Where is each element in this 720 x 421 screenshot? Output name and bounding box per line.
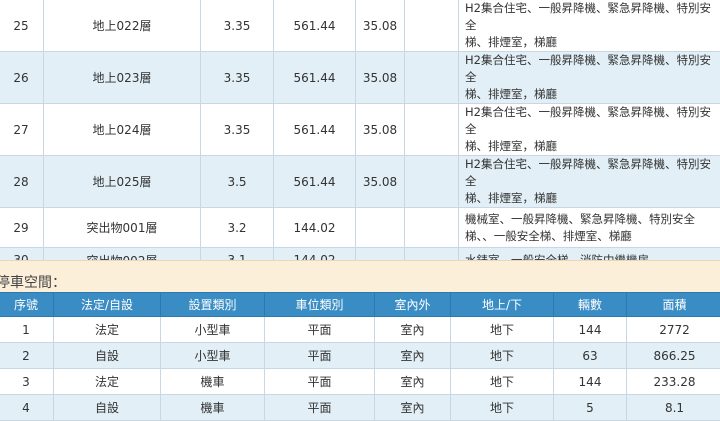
parking-row: 4自設機車平面室內地下58.1 — [0, 395, 720, 421]
parking-area: 2772 — [627, 317, 720, 343]
floor-height: 3.35 — [201, 104, 274, 156]
parking-table: 序號法定/自設設置類別車位類別室內外地上/下輛數面積 1法定小型車平面室內地下1… — [0, 292, 720, 421]
parking-row-number: 2 — [0, 343, 54, 369]
parking-column-header: 法定/自設 — [54, 293, 161, 317]
parking-column-header: 輛數 — [554, 293, 627, 317]
parking-space-type: 平面 — [265, 395, 375, 421]
parking-column-header: 序號 — [0, 293, 54, 317]
parking-area: 8.1 — [627, 395, 720, 421]
parking-area: 866.25 — [627, 343, 720, 369]
floor-uses: H2集合住宅、一般昇降機、緊急昇降機、特別安全梯、排煙室，梯廳 — [459, 52, 720, 104]
floor-number: 28 — [0, 156, 44, 208]
parking-space-type: 平面 — [265, 369, 375, 395]
floor-name: 地上022層 — [44, 0, 201, 52]
floor-number: 25 — [0, 0, 44, 52]
floor-ratio: 35.08 — [356, 104, 405, 156]
floor-name: 地上023層 — [44, 52, 201, 104]
floor-name: 地上025層 — [44, 156, 201, 208]
floor-empty — [405, 52, 459, 104]
floor-ratio: 35.08 — [356, 156, 405, 208]
parking-indoor-outdoor: 室內 — [375, 317, 451, 343]
parking-row-number: 1 — [0, 317, 54, 343]
floor-ratio: 35.08 — [356, 52, 405, 104]
floor-uses: H2集合住宅、一般昇降機、緊急昇降機、特別安全梯、排煙室，梯廳 — [459, 104, 720, 156]
parking-indoor-outdoor: 室內 — [375, 395, 451, 421]
floor-area: 561.44 — [274, 156, 356, 208]
parking-level: 地下 — [451, 317, 554, 343]
floor-empty — [405, 156, 459, 208]
floor-name: 地上024層 — [44, 104, 201, 156]
parking-row: 2自設小型車平面室內地下63866.25 — [0, 343, 720, 369]
parking-space-type: 平面 — [265, 343, 375, 369]
floor-number: 29 — [0, 208, 44, 248]
floor-row: 27地上024層3.35561.4435.08 H2集合住宅、一般昇降機、緊急昇降… — [0, 104, 720, 156]
parking-designation: 自設 — [54, 343, 161, 369]
parking-section-header: 停車空間： — [0, 260, 720, 293]
floor-row: 29突出物001層3.2144.02 機械室、一般昇降機、緊急昇降機、特別安全梯、… — [0, 208, 720, 248]
parking-area: 233.28 — [627, 369, 720, 395]
parking-count: 5 — [554, 395, 627, 421]
parking-section-title: 停車空間： — [0, 272, 66, 292]
parking-category: 機車 — [161, 395, 265, 421]
floor-area: 144.02 — [274, 208, 356, 248]
parking-column-header: 室內外 — [375, 293, 451, 317]
parking-category: 小型車 — [161, 317, 265, 343]
floor-table: 25地上022層3.35561.4435.08H2集合住宅、一般昇降機、緊急昇降… — [0, 0, 720, 300]
floor-area: 561.44 — [274, 0, 356, 52]
parking-count: 63 — [554, 343, 627, 369]
parking-level: 地下 — [451, 395, 554, 421]
parking-level: 地下 — [451, 369, 554, 395]
parking-designation: 法定 — [54, 369, 161, 395]
parking-count: 144 — [554, 317, 627, 343]
floor-number: 26 — [0, 52, 44, 104]
parking-level: 地下 — [451, 343, 554, 369]
floor-empty — [405, 208, 459, 248]
parking-category: 小型車 — [161, 343, 265, 369]
parking-category: 機車 — [161, 369, 265, 395]
parking-row-number: 4 — [0, 395, 54, 421]
parking-designation: 法定 — [54, 317, 161, 343]
floor-empty — [405, 0, 459, 52]
floor-height: 3.35 — [201, 52, 274, 104]
floor-uses: H2集合住宅、一般昇降機、緊急昇降機、特別安全梯、排煙室，梯廳 — [459, 156, 720, 208]
parking-column-header: 地上/下 — [451, 293, 554, 317]
parking-column-header: 面積 — [627, 293, 720, 317]
parking-column-header: 設置類別 — [161, 293, 265, 317]
floor-ratio — [356, 208, 405, 248]
floor-number: 27 — [0, 104, 44, 156]
parking-space-type: 平面 — [265, 317, 375, 343]
floor-area: 561.44 — [274, 52, 356, 104]
floor-uses: H2集合住宅、一般昇降機、緊急昇降機、特別安全梯、排煙室，梯廳 — [459, 0, 720, 52]
floor-ratio: 35.08 — [356, 0, 405, 52]
parking-row-number: 3 — [0, 369, 54, 395]
parking-count: 144 — [554, 369, 627, 395]
floor-height: 3.2 — [201, 208, 274, 248]
parking-indoor-outdoor: 室內 — [375, 369, 451, 395]
floor-height: 3.35 — [201, 0, 274, 52]
floor-empty — [405, 104, 459, 156]
parking-header-row: 序號法定/自設設置類別車位類別室內外地上/下輛數面積 — [0, 293, 720, 317]
parking-column-header: 車位類別 — [265, 293, 375, 317]
floor-name: 突出物001層 — [44, 208, 201, 248]
floor-row: 28地上025層3.5561.4435.08 H2集合住宅、一般昇降機、緊急昇降機… — [0, 156, 720, 208]
parking-designation: 自設 — [54, 395, 161, 421]
parking-row: 1法定小型車平面室內地下1442772 — [0, 317, 720, 343]
floor-row: 25地上022層3.35561.4435.08 H2集合住宅、一般昇降機、緊急昇降… — [0, 0, 720, 52]
floor-height: 3.5 — [201, 156, 274, 208]
floor-row: 26地上023層3.35561.4435.08 H2集合住宅、一般昇降機、緊急昇降… — [0, 52, 720, 104]
parking-row: 3法定機車平面室內地下144233.28 — [0, 369, 720, 395]
floor-uses: 機械室、一般昇降機、緊急昇降機、特別安全梯、、一般安全梯、排煙室、梯廳 — [459, 208, 720, 248]
parking-indoor-outdoor: 室內 — [375, 343, 451, 369]
floor-area: 561.44 — [274, 104, 356, 156]
